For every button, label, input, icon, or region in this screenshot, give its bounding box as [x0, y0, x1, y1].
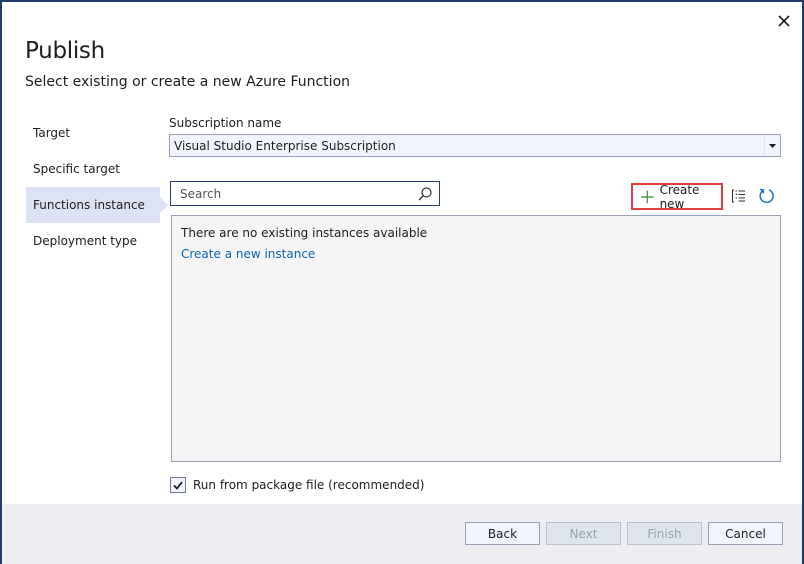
run-from-package-option[interactable]: Run from package file (recommended): [170, 477, 424, 493]
dropdown-arrow[interactable]: [764, 135, 780, 156]
instances-list: There are no existing instances availabl…: [171, 215, 781, 462]
search-icon[interactable]: [417, 186, 433, 202]
sidebar-item-label: Target: [33, 126, 71, 140]
publish-dialog: Publish Select existing or create a new …: [0, 0, 804, 564]
sidebar-item-label: Functions instance: [33, 198, 145, 212]
create-instance-link[interactable]: Create a new instance: [181, 247, 315, 261]
create-new-label: Create new: [659, 182, 700, 211]
dialog-title: Publish: [25, 38, 105, 64]
cancel-button[interactable]: Cancel: [708, 522, 783, 545]
dialog-footer: Back Next Finish Cancel: [2, 504, 802, 564]
next-button[interactable]: Next: [546, 522, 621, 545]
list-view-icon[interactable]: [731, 187, 749, 205]
sidebar-item-target[interactable]: Target: [26, 115, 160, 151]
finish-button[interactable]: Finish: [627, 522, 702, 545]
checkmark-icon: [173, 480, 183, 490]
dialog-subtitle: Select existing or create a new Azure Fu…: [25, 74, 351, 90]
subscription-value: Visual Studio Enterprise Subscription: [174, 138, 396, 153]
create-new-button[interactable]: Create new: [631, 182, 723, 211]
sidebar-item-label: Deployment type: [33, 234, 138, 248]
subscription-label: Subscription name: [169, 116, 282, 130]
wizard-steps: Target Specific target Functions instanc…: [26, 115, 186, 259]
close-icon: [778, 15, 790, 27]
search-input[interactable]: [171, 186, 411, 201]
sidebar-item-functions-instance[interactable]: Functions instance: [26, 187, 168, 223]
search-box: [170, 181, 440, 206]
sidebar-item-label: Specific target: [33, 162, 121, 176]
sidebar-item-specific-target[interactable]: Specific target: [26, 151, 160, 187]
sidebar-item-deployment-type[interactable]: Deployment type: [26, 223, 160, 259]
chevron-down-icon: [769, 143, 776, 148]
run-from-package-label: Run from package file (recommended): [193, 478, 425, 492]
empty-message: There are no existing instances availabl…: [181, 226, 428, 240]
refresh-icon[interactable]: [758, 187, 776, 205]
close-button[interactable]: [772, 10, 796, 32]
plus-icon: [641, 190, 654, 203]
back-button[interactable]: Back: [465, 522, 540, 545]
run-from-package-checkbox[interactable]: [170, 477, 186, 493]
subscription-dropdown[interactable]: Visual Studio Enterprise Subscription: [169, 134, 781, 157]
